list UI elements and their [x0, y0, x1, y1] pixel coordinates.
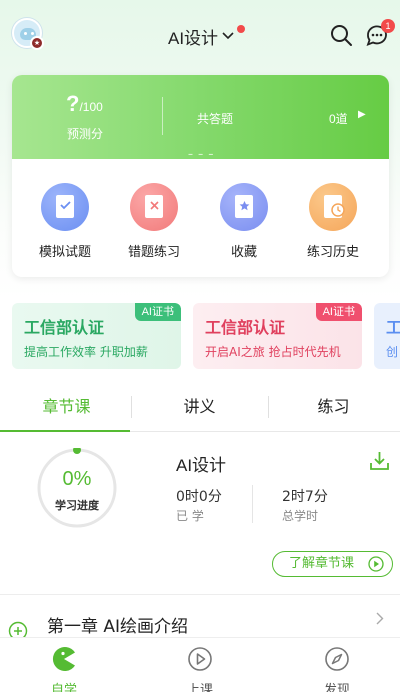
search-icon[interactable]: [329, 23, 353, 47]
notification-dot: [237, 25, 245, 33]
chapter-title: 第一章 AI绘画介绍: [47, 617, 189, 637]
content-tabs: 章节课 讲义 练习: [0, 388, 400, 432]
total-answered-label: 共答题: [197, 112, 234, 126]
predicted-score: ?/100: [66, 91, 103, 116]
exam-paper-icon: [41, 183, 89, 231]
score-card-header[interactable]: ?/100 预测分 共答题 0道 ▶ – – –: [12, 75, 389, 160]
studied-time-value: 0时0分: [176, 489, 222, 505]
total-answered-value: 0道: [329, 112, 348, 126]
caret-right-icon: ▶: [358, 109, 366, 120]
divider: [252, 485, 253, 523]
banner-ai-certificate-1[interactable]: 工信部认证 提高工作效率 升职加薪 AI证书: [12, 303, 181, 369]
total-time-label: 总学时: [282, 509, 319, 523]
course-selector[interactable]: AI设计: [168, 24, 245, 49]
chevron-down-icon: [222, 31, 234, 43]
bottom-navigation: 自学 上课 发现: [0, 637, 400, 692]
wrong-questions-icon: [130, 183, 178, 231]
avatar-badge-icon: ★: [30, 36, 44, 50]
progress-percent: 0%: [62, 468, 92, 490]
tab-handouts[interactable]: 讲义: [133, 388, 266, 431]
divider: [0, 594, 400, 595]
divider: [162, 97, 163, 135]
page-indicator: – – –: [188, 149, 215, 160]
total-time-value: 2时7分: [282, 489, 328, 505]
nav-discover[interactable]: 发现: [297, 646, 377, 692]
nav-class[interactable]: 上课: [160, 646, 240, 692]
predicted-score-label: 预测分: [67, 127, 104, 141]
quick-action-history[interactable]: 练习历史: [288, 183, 378, 260]
certificate-tag: AI证书: [134, 303, 181, 321]
download-icon[interactable]: [369, 450, 390, 471]
tab-chapter-lessons[interactable]: 章节课: [0, 388, 133, 431]
history-icon: [309, 183, 357, 231]
top-header: ★ AI设计 1: [0, 0, 400, 70]
bookmark-icon: [220, 183, 268, 231]
chevron-right-icon: [376, 612, 384, 629]
play-circle-icon: [368, 556, 384, 572]
message-badge: 1: [381, 19, 395, 33]
course-name: AI设计: [176, 456, 227, 475]
pacman-icon: [52, 647, 75, 671]
certificate-tag: AI证书: [315, 303, 362, 321]
studied-time-label: 已 学: [176, 509, 204, 523]
avatar[interactable]: ★: [12, 18, 44, 50]
play-circle-icon: [188, 647, 212, 671]
compass-icon: [325, 647, 349, 671]
banner-ai-certificate-2[interactable]: 工信部认证 开启AI之旅 抢占时代先机 AI证书: [193, 303, 362, 369]
quick-action-wrong-questions[interactable]: 错题练习: [109, 183, 199, 260]
progress-label: 学习进度: [55, 499, 99, 512]
quick-action-favorites[interactable]: 收藏: [199, 183, 289, 260]
score-card: ?/100 预测分 共答题 0道 ▶ – – – 模拟试题 错题练习 收藏 练习…: [12, 75, 389, 277]
page-title: AI设计: [168, 29, 219, 48]
banner-3-partial[interactable]: 工 创: [374, 303, 400, 369]
tab-practice[interactable]: 练习: [267, 388, 400, 431]
quick-action-mock-exam[interactable]: 模拟试题: [20, 183, 110, 260]
active-tab-indicator: [0, 430, 130, 432]
learn-chapter-lessons-button[interactable]: 了解章节课: [272, 551, 393, 577]
nav-self-study[interactable]: 自学: [24, 646, 104, 692]
